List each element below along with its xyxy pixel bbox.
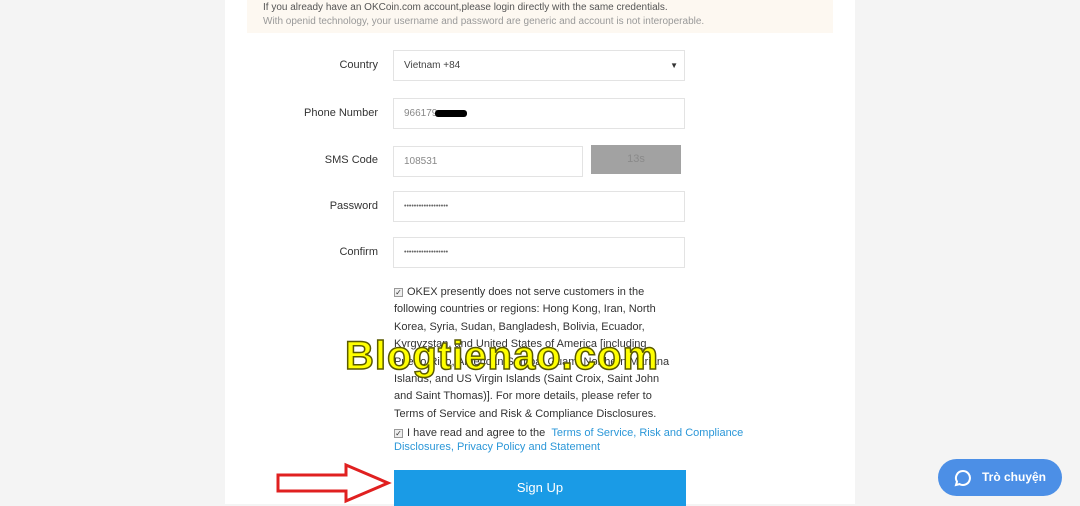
sign-up-button[interactable]: Sign Up <box>394 470 686 506</box>
notice-box: If you already have an OKCoin.com accoun… <box>247 0 833 33</box>
notice-line-1: If you already have an OKCoin.com accoun… <box>263 2 668 13</box>
country-value: Vietnam +84 <box>404 60 461 71</box>
confirm-password-input[interactable]: •••••••••••••••••• <box>393 237 685 268</box>
phone-value: 966179 <box>404 108 438 119</box>
confirm-label: Confirm <box>339 246 378 258</box>
phone-label: Phone Number <box>304 107 378 119</box>
password-label: Password <box>329 200 378 212</box>
agree-text: I have read and agree to the <box>407 427 546 439</box>
country-label: Country <box>339 59 378 71</box>
chat-label: Trò chuyện <box>982 470 1047 484</box>
password-input[interactable]: •••••••••••••••••• <box>393 191 685 222</box>
phone-input[interactable]: 966179 <box>393 98 685 129</box>
sms-input[interactable]: 108531 <box>393 146 583 177</box>
watermark: Blogtienao.com <box>344 333 660 379</box>
chat-button[interactable]: Trò chuyện <box>938 459 1062 496</box>
redaction-mark <box>435 109 468 117</box>
agree-row: ✓ I have read and agree to the Terms of S… <box>394 426 764 454</box>
chat-bubble-icon <box>954 469 971 487</box>
notice-line-2: With openid technology, your username an… <box>263 16 705 27</box>
restriction-checkbox[interactable]: ✓ <box>394 288 403 297</box>
send-sms-button[interactable]: 13s <box>591 145 681 174</box>
red-arrow-icon <box>276 462 392 504</box>
agree-checkbox[interactable]: ✓ <box>394 429 403 438</box>
country-select[interactable]: Vietnam +84 ▼ <box>393 50 685 81</box>
sms-label: SMS Code <box>324 154 378 166</box>
dropdown-caret-icon: ▼ <box>670 61 678 70</box>
